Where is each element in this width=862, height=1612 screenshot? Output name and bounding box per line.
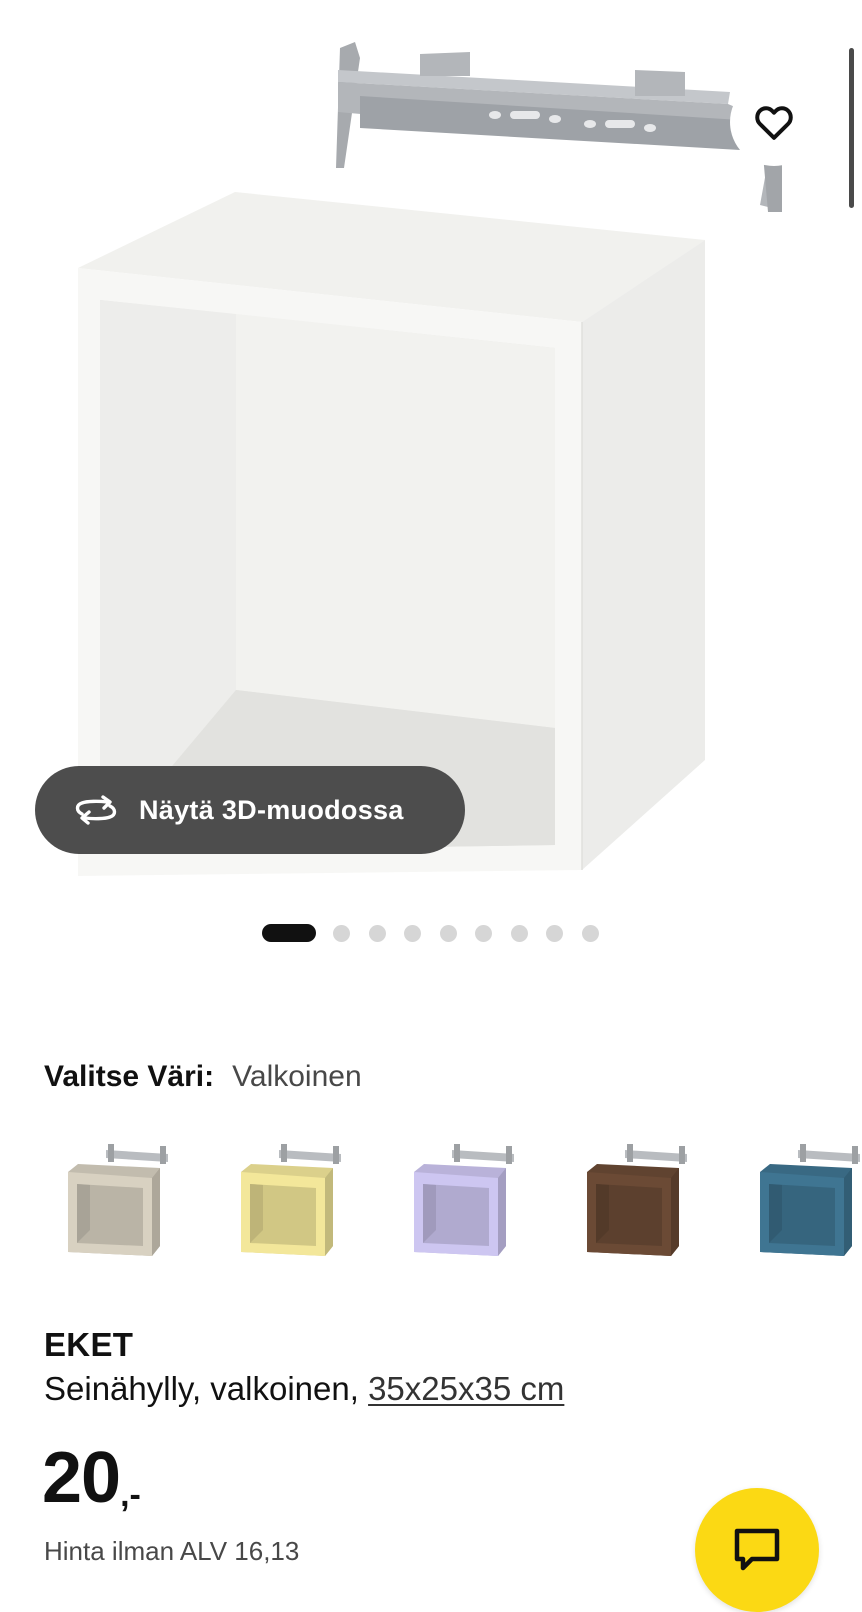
color-swatch-list <box>60 1140 862 1280</box>
pagination-dot-active[interactable] <box>262 924 316 942</box>
heart-icon <box>755 106 793 140</box>
price-integer: 20 <box>42 1438 121 1518</box>
price-without-vat: Hinta ilman ALV 16,13 <box>44 1536 300 1566</box>
pagination-dot[interactable] <box>404 924 421 942</box>
wall-bracket-illustration <box>336 42 782 212</box>
pagination-dot[interactable] <box>581 924 599 942</box>
swatch-thumbnail <box>68 1144 168 1256</box>
color-selector-label: Valitse Väri: <box>44 1060 215 1093</box>
image-pagination <box>262 924 617 942</box>
color-swatch-3[interactable] <box>406 1140 536 1280</box>
pagination-dot[interactable] <box>510 924 528 942</box>
chat-button[interactable] <box>695 1488 819 1612</box>
product-image-gallery[interactable]: Näytä 3D-muodossa <box>0 0 862 900</box>
pagination-dot[interactable] <box>368 924 386 942</box>
color-swatch-2[interactable] <box>233 1140 363 1280</box>
product-name: EKET <box>44 1326 134 1363</box>
rotate-3d-icon <box>73 790 121 830</box>
pagination-dot[interactable] <box>333 924 350 942</box>
page-scrollbar[interactable] <box>849 48 854 208</box>
view-3d-button[interactable]: Näytä 3D-muodossa <box>35 766 465 854</box>
color-selector: Valitse Väri: Valkoinen <box>44 1060 362 1094</box>
color-swatch-1[interactable] <box>60 1140 190 1280</box>
color-swatch-5[interactable] <box>752 1140 862 1280</box>
swatch-thumbnail <box>241 1144 341 1256</box>
selected-color: Valkoinen <box>232 1060 362 1093</box>
product-description: Seinähylly, valkoinen, 35x25x35 cm <box>44 1370 564 1408</box>
swatch-thumbnail <box>587 1144 687 1256</box>
favorite-button[interactable] <box>730 78 818 166</box>
chat-icon <box>734 1528 780 1571</box>
product-price: 20 ,- <box>42 1442 141 1515</box>
pagination-dot[interactable] <box>546 924 563 942</box>
product-description-text: Seinähylly, valkoinen, <box>44 1370 369 1407</box>
view-3d-label: Näytä 3D-muodossa <box>139 794 404 825</box>
pagination-dot[interactable] <box>439 924 457 942</box>
swatch-thumbnail <box>760 1144 860 1256</box>
swatch-thumbnail <box>414 1144 514 1256</box>
product-size-link[interactable]: 35x25x35 cm <box>368 1370 564 1407</box>
pagination-dot[interactable] <box>475 924 492 942</box>
color-swatch-4[interactable] <box>579 1140 709 1280</box>
price-suffix: ,- <box>120 1476 141 1514</box>
